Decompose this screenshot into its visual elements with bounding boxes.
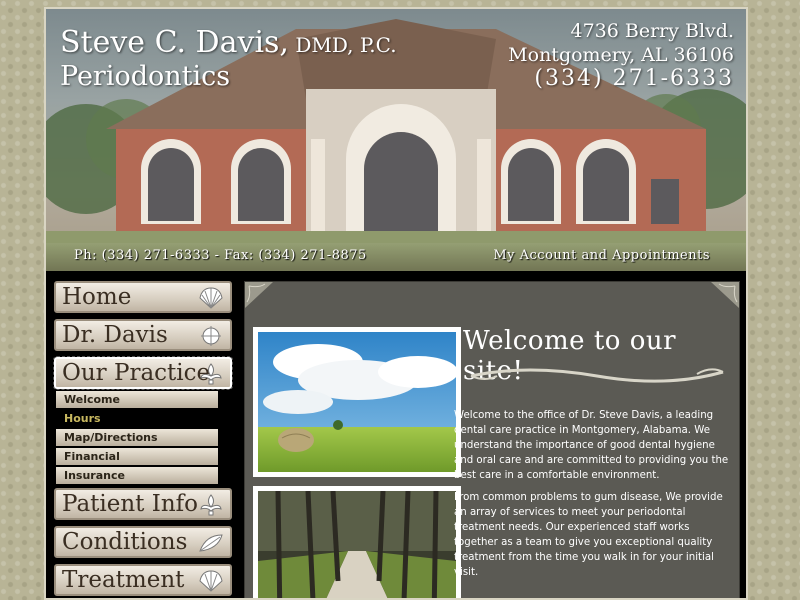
nav-patient-info[interactable]: Patient Info — [54, 488, 232, 520]
leaf-ornament-icon — [199, 534, 223, 552]
ornament-icon — [201, 326, 221, 346]
nav-treatment[interactable]: Treatment — [54, 564, 232, 596]
specialty: Periodontics — [60, 61, 231, 92]
page-frame: Steve C. Davis, DMD, P.C. Periodontics 4… — [44, 7, 748, 600]
nav-dr-davis[interactable]: Dr. Davis — [54, 319, 232, 351]
fleur-de-lis-icon — [200, 494, 222, 516]
field-hay-bale-photo — [253, 327, 461, 477]
account-appointments-link[interactable]: My Account and Appointments — [493, 248, 710, 263]
practice-name-text: Steve C. Davis, — [60, 25, 289, 60]
nav-conditions[interactable]: Conditions — [54, 526, 232, 558]
header-banner: Steve C. Davis, DMD, P.C. Periodontics 4… — [46, 9, 746, 271]
address-city: Montgomery, AL 36106 — [508, 44, 734, 66]
nav-dr-davis-label: Dr. Davis — [62, 322, 168, 348]
nav-our-practice[interactable]: Our Practice — [53, 356, 233, 390]
content-panel: Welcome to our site! Welcome to the offi… — [244, 281, 740, 598]
main-navigation: Home Dr. Davis Our Practice Welcome Hour… — [53, 281, 236, 598]
decorative-flourish — [470, 368, 724, 383]
submenu-hours[interactable]: Hours — [56, 410, 218, 427]
nav-patient-info-label: Patient Info — [62, 491, 198, 517]
submenu-welcome[interactable]: Welcome — [56, 391, 218, 408]
credentials: DMD, P.C. — [288, 33, 397, 57]
phone-fax-text: Ph: (334) 271-6333 - Fax: (334) 271-8875 — [74, 248, 367, 263]
submenu-map-directions[interactable]: Map/Directions — [56, 429, 218, 446]
submenu-insurance[interactable]: Insurance — [56, 467, 218, 484]
submenu-financial[interactable]: Financial — [56, 448, 218, 465]
nav-home-label: Home — [62, 284, 132, 310]
address-street: 4736 Berry Blvd. — [570, 20, 734, 42]
shell-icon — [199, 287, 223, 309]
address-block: 4736 Berry Blvd. Montgomery, AL 36106 (3… — [508, 19, 734, 91]
intro-paragraph: Welcome to the office of Dr. Steve Davis… — [454, 410, 729, 481]
corner-ornament-left — [245, 282, 273, 308]
nav-conditions-label: Conditions — [62, 529, 188, 555]
nav-home[interactable]: Home — [54, 281, 232, 313]
nav-our-practice-label: Our Practice — [62, 360, 211, 386]
tree-lined-road-photo — [253, 486, 461, 598]
corner-ornament-right — [711, 282, 739, 308]
nav-treatment-label: Treatment — [62, 567, 185, 593]
shell-icon — [199, 570, 223, 592]
contact-bar: Ph: (334) 271-6333 - Fax: (334) 271-8875… — [46, 243, 746, 271]
practice-name: Steve C. Davis, DMD, P.C. — [60, 27, 397, 61]
practice-submenu: Welcome Hours Map/Directions Financial I… — [56, 391, 218, 484]
phone-number: (334) 271-6333 — [534, 66, 734, 91]
fleur-de-lis-icon — [200, 363, 222, 385]
services-paragraph: From common problems to gum disease, We … — [454, 492, 723, 578]
